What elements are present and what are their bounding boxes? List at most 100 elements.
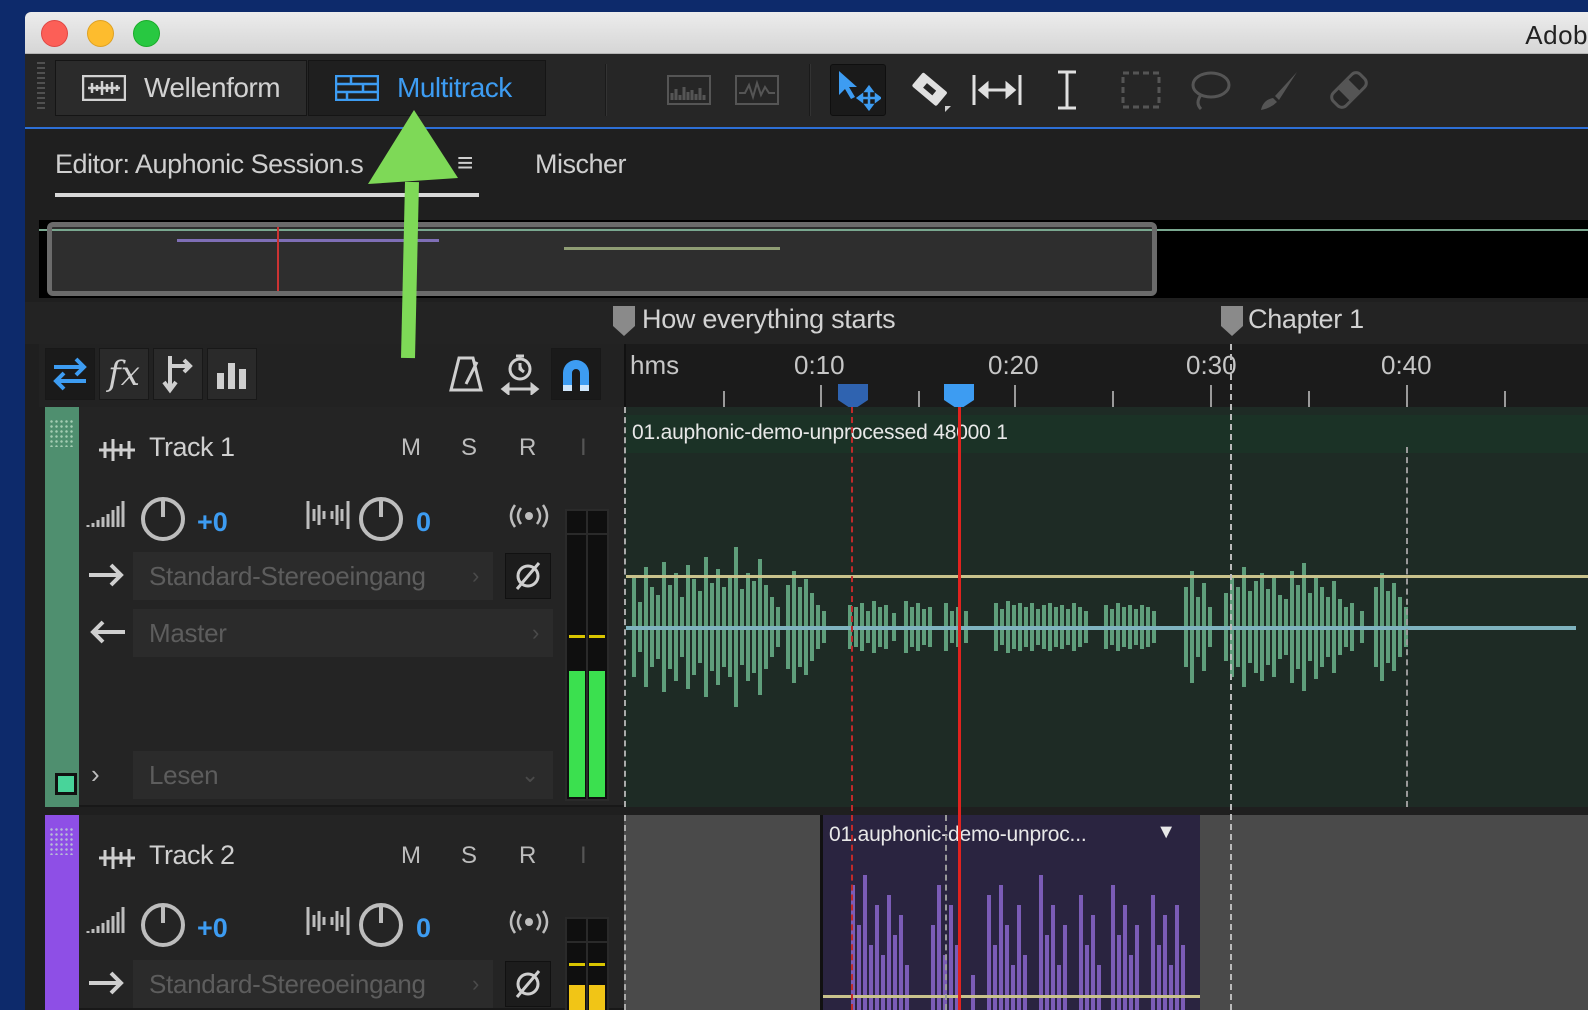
audio-track-icon bbox=[99, 439, 135, 461]
waveform-mode-button[interactable]: Wellenform bbox=[55, 60, 307, 116]
ruler-tick bbox=[1308, 391, 1310, 407]
title-bar: Adob bbox=[25, 12, 1588, 54]
snapping-toggle-button[interactable] bbox=[551, 348, 601, 400]
time-ruler[interactable]: hms 0:10 0:20 0:30 0:40 bbox=[624, 344, 1588, 410]
input-select[interactable]: Standard-Stereoeingang › bbox=[133, 552, 493, 600]
track-1-lane[interactable]: 01.auphonic-demo-unprocessed 48000 1 bbox=[624, 407, 1588, 807]
track-color-bar[interactable] bbox=[45, 815, 79, 1010]
zoom-navigator[interactable] bbox=[39, 220, 1588, 298]
track-2-lane[interactable]: 01.auphonic-demo-unproc... ▼ bbox=[624, 815, 1588, 1010]
track-color-swatch[interactable] bbox=[55, 773, 77, 795]
volume-knob[interactable] bbox=[139, 901, 187, 949]
razor-tool-button[interactable] bbox=[901, 64, 957, 116]
pan-knob[interactable] bbox=[357, 901, 405, 949]
track-drag-handle[interactable] bbox=[49, 419, 75, 447]
marquee-selection-tool-button[interactable] bbox=[1113, 64, 1169, 116]
input-monitor-button[interactable]: I bbox=[580, 434, 587, 462]
timer-sync-button[interactable] bbox=[495, 348, 545, 400]
phase-invert-icon bbox=[515, 970, 541, 998]
input-monitor-button[interactable]: I bbox=[580, 842, 587, 870]
toolbar-separator bbox=[605, 64, 607, 116]
record-arm-button[interactable]: R bbox=[519, 434, 536, 462]
level-meter bbox=[565, 509, 609, 801]
magnet-icon bbox=[563, 360, 589, 391]
maximize-window-button[interactable] bbox=[133, 20, 160, 47]
editor-tab[interactable]: Editor: Auphonic Session.s bbox=[55, 149, 364, 180]
spot-healing-brush-button[interactable] bbox=[1321, 64, 1377, 116]
output-select[interactable]: Master › bbox=[133, 609, 553, 657]
effects-rack-button[interactable]: fx bbox=[99, 348, 149, 400]
multitrack-icon bbox=[335, 75, 379, 101]
close-window-button[interactable] bbox=[41, 20, 68, 47]
marker-flag-icon[interactable] bbox=[613, 306, 635, 336]
clip-name[interactable]: 01.auphonic-demo-unprocessed 48000 1 bbox=[632, 421, 1008, 445]
automation-expand-icon[interactable]: › bbox=[91, 759, 100, 790]
main-toolbar: Wellenform Multitrack bbox=[25, 54, 1588, 129]
volume-level-icon bbox=[86, 907, 125, 933]
ruler-time-label: 0:10 bbox=[794, 350, 845, 380]
phase-invert-icon bbox=[515, 562, 541, 590]
marker-guide-line bbox=[1406, 447, 1408, 807]
level-meter bbox=[565, 917, 609, 1010]
ruler-tick bbox=[723, 391, 725, 407]
volume-value[interactable]: +0 bbox=[197, 507, 228, 538]
pan-value[interactable]: 0 bbox=[416, 913, 431, 944]
volume-envelope-line[interactable] bbox=[626, 575, 1588, 578]
lasso-selection-tool-button[interactable] bbox=[1181, 64, 1237, 116]
invert-polarity-button[interactable] bbox=[505, 553, 551, 599]
track-drag-handle[interactable] bbox=[49, 827, 75, 855]
invert-polarity-button[interactable] bbox=[505, 961, 551, 1007]
brush-selection-tool-button[interactable] bbox=[1251, 64, 1307, 116]
spectral-frequency-display-button[interactable] bbox=[661, 64, 717, 116]
stereo-output-icon[interactable] bbox=[507, 503, 551, 529]
pitch-display-icon bbox=[735, 75, 779, 105]
mute-button[interactable]: M bbox=[401, 434, 421, 462]
app-title: Adob bbox=[1525, 20, 1588, 50]
pan-value[interactable]: 0 bbox=[416, 507, 431, 538]
eq-bars-icon bbox=[217, 363, 246, 389]
volume-value[interactable]: +0 bbox=[197, 913, 228, 944]
volume-envelope-line[interactable] bbox=[823, 995, 1200, 998]
mute-button[interactable]: M bbox=[401, 842, 421, 870]
navigator-line bbox=[52, 229, 1152, 231]
solo-button[interactable]: S bbox=[461, 434, 477, 462]
input-arrow-icon bbox=[89, 971, 124, 995]
record-arm-button[interactable]: R bbox=[519, 842, 536, 870]
stereo-output-icon[interactable] bbox=[507, 909, 551, 935]
inputs-outputs-button[interactable] bbox=[45, 348, 95, 400]
marker-flag-icon[interactable] bbox=[1221, 306, 1243, 336]
track-color-bar[interactable] bbox=[45, 407, 79, 807]
clip-menu-icon[interactable]: ▼ bbox=[1156, 821, 1176, 844]
panel-tab-bar: Editor: Auphonic Session.s ≡ Mischer bbox=[25, 129, 1588, 215]
track-name[interactable]: Track 1 bbox=[149, 432, 235, 463]
track-name[interactable]: Track 2 bbox=[149, 840, 235, 871]
output-arrow-icon bbox=[90, 620, 125, 644]
input-select-value: Standard-Stereoeingang bbox=[149, 560, 426, 591]
lasso-icon bbox=[1191, 71, 1231, 111]
mixer-tab[interactable]: Mischer bbox=[535, 149, 627, 180]
volume-knob[interactable] bbox=[139, 495, 187, 543]
input-select[interactable]: Standard-Stereoeingang › bbox=[133, 960, 493, 1008]
ruler-tick bbox=[1406, 385, 1408, 407]
pan-knob[interactable] bbox=[357, 495, 405, 543]
navigator-visible-range[interactable] bbox=[47, 222, 1157, 296]
multitrack-mode-label: Multitrack bbox=[397, 72, 512, 103]
audio-clip[interactable]: 01.auphonic-demo-unproc... ▼ bbox=[820, 815, 1200, 1010]
marker-label[interactable]: Chapter 1 bbox=[1248, 304, 1364, 335]
ruler-tick bbox=[1504, 391, 1506, 407]
time-selection-tool-button[interactable] bbox=[1039, 64, 1095, 116]
selection-start-line bbox=[851, 407, 853, 1010]
automation-mode-select[interactable]: Lesen ⌄ bbox=[133, 751, 553, 799]
spectral-pitch-display-button[interactable] bbox=[729, 64, 785, 116]
minimize-window-button[interactable] bbox=[87, 20, 114, 47]
razor-icon bbox=[912, 72, 951, 112]
marker-label[interactable]: How everything starts bbox=[642, 304, 896, 335]
sends-button[interactable] bbox=[153, 348, 203, 400]
toolbar-grip[interactable] bbox=[37, 62, 45, 112]
solo-button[interactable]: S bbox=[461, 842, 477, 870]
ruler-time-label: 0:20 bbox=[988, 350, 1039, 380]
move-tool-button[interactable] bbox=[830, 64, 886, 116]
slip-tool-button[interactable] bbox=[969, 64, 1025, 116]
playhead-line[interactable] bbox=[958, 407, 961, 1010]
eq-button[interactable] bbox=[207, 348, 257, 400]
